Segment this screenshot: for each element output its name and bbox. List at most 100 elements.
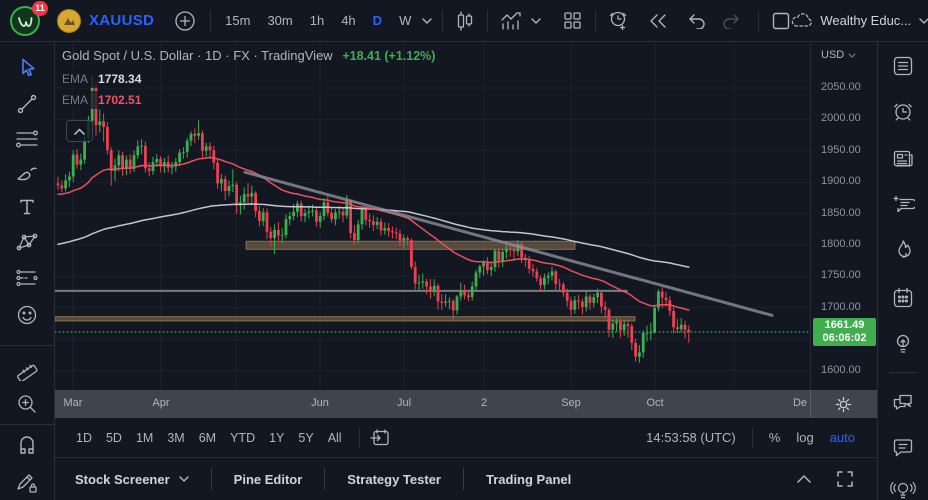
clock-utc[interactable]: 14:53:58 (UTC) — [646, 430, 736, 445]
indicator-row-ema2[interactable]: EMA 1702.51 — [62, 91, 147, 109]
fullscreen-icon[interactable] — [837, 471, 853, 487]
brush-tool-icon[interactable] — [10, 158, 44, 188]
range-1m[interactable]: 1M — [129, 427, 160, 449]
timeframe-30m[interactable]: 30m — [261, 9, 298, 32]
magnet-tool-icon[interactable] — [10, 432, 44, 462]
emoji-tool-icon[interactable] — [10, 300, 44, 330]
timeframe-15m[interactable]: 15m — [219, 9, 256, 32]
price-tick: 1750.00 — [821, 269, 861, 281]
hotlists-flame-icon[interactable] — [885, 232, 921, 268]
tab-strategy-tester[interactable]: Strategy Tester — [325, 458, 463, 500]
cursor-tool-icon[interactable] — [10, 53, 44, 83]
bar-countdown: 06:06:02 — [822, 332, 866, 345]
streams-icon[interactable] — [885, 472, 921, 500]
tab-stock-screener[interactable]: Stock Screener — [69, 458, 211, 500]
range-5y[interactable]: 5Y — [291, 427, 320, 449]
timeframe-1d[interactable]: D — [367, 9, 388, 32]
log-scale-toggle[interactable]: log — [788, 426, 821, 449]
currency-chevron-icon — [848, 53, 856, 58]
range-5d[interactable]: 5D — [99, 427, 129, 449]
news-icon[interactable] — [885, 140, 921, 176]
price-change: +18.41 (+1.12%) — [342, 49, 435, 63]
time-tick: Oct — [646, 397, 663, 409]
layout-grid-icon[interactable] — [563, 11, 582, 30]
legend-collapse-button[interactable] — [66, 120, 93, 142]
timeframe-menu-chevron-icon[interactable] — [422, 18, 432, 24]
price-tick: 1600.00 — [821, 364, 861, 376]
public-chats-icon[interactable] — [885, 384, 921, 420]
panel-collapse-chevron-icon[interactable] — [797, 475, 811, 483]
timeframe-1w[interactable]: W — [393, 9, 417, 32]
bar-replay-icon[interactable] — [648, 14, 668, 28]
chart-style-candles-icon[interactable] — [455, 10, 475, 32]
alerts-clock-icon[interactable] — [885, 94, 921, 130]
measure-tool-icon[interactable] — [10, 354, 44, 384]
pattern-tool-icon[interactable] — [10, 227, 44, 257]
range-all[interactable]: All — [321, 427, 349, 449]
indicator-label: EMA — [62, 72, 88, 86]
data-window-icon[interactable] — [885, 186, 921, 222]
symbol-title-row[interactable]: Gold Spot / U.S. Dollar · 1D · FX · Trad… — [62, 48, 435, 63]
watchlist-icon[interactable] — [885, 48, 921, 84]
indicator-value: 1778.34 — [98, 72, 141, 86]
current-price-label[interactable]: 1661.49 06:06:02 — [813, 318, 876, 346]
screener-chevron-icon — [179, 476, 189, 482]
price-axis[interactable]: USD 2050.002000.001950.001900.001850.001… — [810, 42, 877, 390]
trend-line-tool-icon[interactable] — [10, 89, 44, 119]
range-6m[interactable]: 6M — [192, 427, 223, 449]
timeframe-1h[interactable]: 1h — [304, 9, 330, 32]
time-tick: Sep — [561, 397, 581, 409]
symbol-name: XAUUSD — [89, 12, 154, 29]
indicator-row-ema1[interactable]: EMA 1778.34 — [62, 70, 147, 88]
axis-corner-divider — [810, 390, 811, 418]
indicators-chevron-icon[interactable] — [531, 18, 541, 24]
auto-scale-toggle[interactable]: auto — [822, 426, 863, 449]
range-3m[interactable]: 3M — [160, 427, 191, 449]
tab-pine-editor[interactable]: Pine Editor — [212, 458, 325, 500]
percent-scale-toggle[interactable]: % — [761, 426, 789, 449]
redo-icon[interactable] — [722, 13, 742, 29]
text-tool-icon[interactable] — [10, 192, 44, 222]
fib-retracement-tool-icon[interactable] — [10, 124, 44, 154]
chart-pane[interactable]: Gold Spot / U.S. Dollar · 1D · FX · Trad… — [55, 42, 810, 390]
time-tick: Jun — [311, 397, 329, 409]
economic-calendar-icon[interactable] — [885, 280, 921, 316]
price-axis-currency[interactable]: USD — [821, 49, 856, 61]
zoom-in-tool-icon[interactable] — [10, 389, 44, 419]
undo-icon[interactable] — [686, 13, 706, 29]
notification-badge: 11 — [32, 1, 48, 16]
ideas-lightbulb-icon[interactable] — [885, 326, 921, 362]
price-tick: 1800.00 — [821, 238, 861, 250]
symbol-search-button[interactable]: XAUUSD — [57, 9, 154, 33]
forecast-tool-icon[interactable] — [10, 263, 44, 293]
private-chat-icon[interactable] — [885, 429, 921, 465]
save-layout-icon[interactable] — [771, 11, 791, 31]
indicators-icon[interactable] — [499, 10, 523, 32]
time-axis[interactable]: MarAprJunJul2SepOctDe — [55, 390, 877, 418]
timeframe-4h[interactable]: 4h — [335, 9, 361, 32]
account-chevron-icon — [919, 18, 928, 24]
compare-add-icon[interactable] — [174, 10, 196, 32]
tab-trading-panel[interactable]: Trading Panel — [464, 458, 593, 500]
chart-settings-gear-icon[interactable] — [831, 392, 855, 416]
timeframe-group: 15m 30m 1h 4h D W — [219, 9, 432, 32]
indicator-label: EMA — [62, 93, 88, 107]
range-1d[interactable]: 1D — [69, 427, 99, 449]
time-tick: 2 — [481, 397, 487, 409]
indicator-value: 1702.51 — [98, 93, 141, 107]
price-tick: 2000.00 — [821, 112, 861, 124]
bottom-panel: Stock Screener Pine Editor Strategy Test… — [55, 458, 877, 500]
symbol-title[interactable]: Gold Spot / U.S. Dollar · 1D · FX · Trad… — [62, 48, 333, 63]
current-price: 1661.49 — [825, 319, 865, 332]
drawing-lock-icon[interactable] — [10, 468, 44, 498]
price-tick: 2050.00 — [821, 81, 861, 93]
range-1y[interactable]: 1Y — [262, 427, 291, 449]
top-toolbar: 11 XAUUSD 15m 30m 1h 4h D W — [0, 0, 928, 42]
range-ytd[interactable]: YTD — [223, 427, 262, 449]
time-tick: Jul — [397, 397, 411, 409]
alert-add-icon[interactable] — [607, 9, 630, 32]
account-menu[interactable]: Wealthy Educ... — [791, 11, 928, 31]
cloud-sync-icon — [791, 11, 813, 31]
go-to-date-icon[interactable] — [370, 429, 390, 447]
home-logo-button[interactable]: 11 — [10, 6, 40, 36]
